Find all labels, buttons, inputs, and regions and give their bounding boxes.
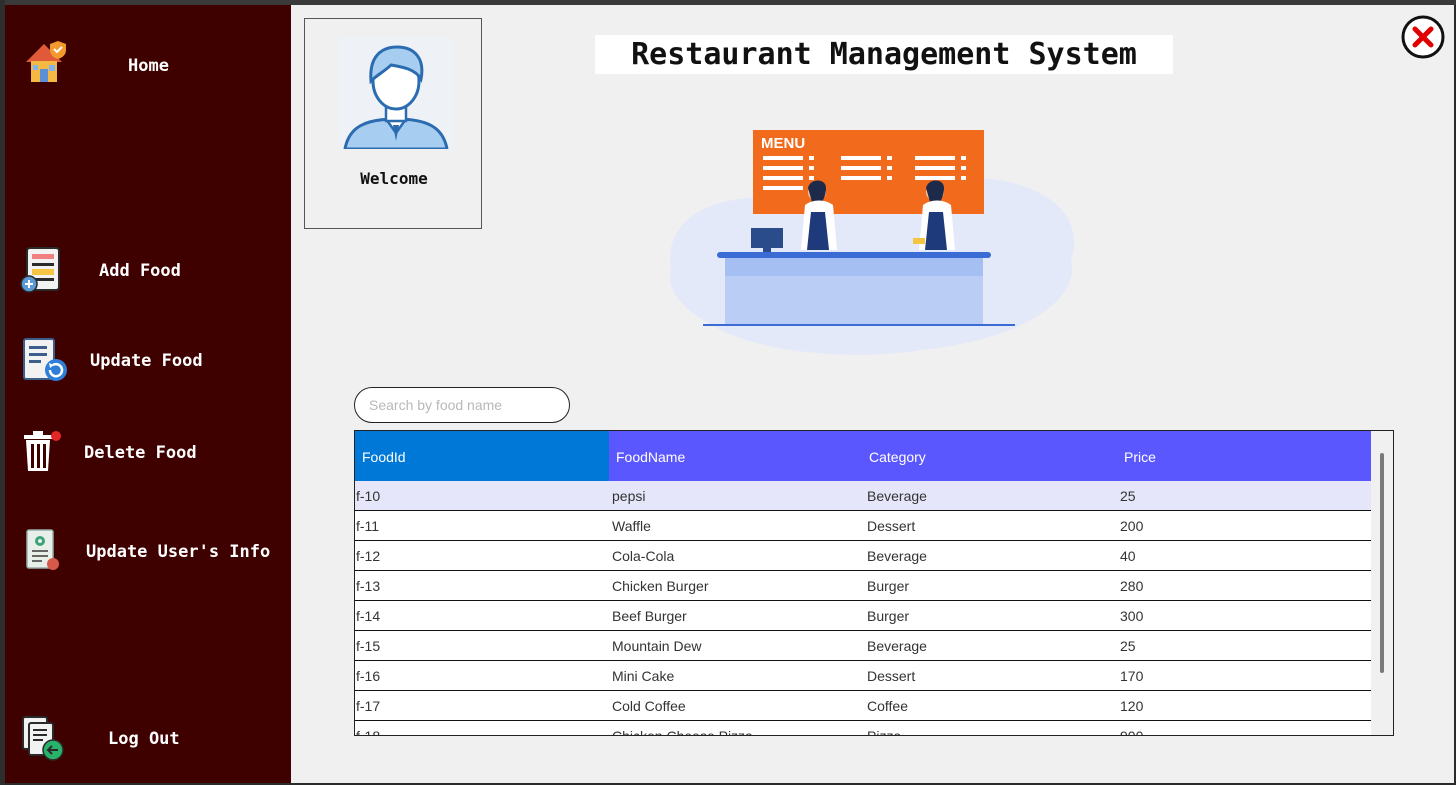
cell-foodname: Waffle xyxy=(612,518,651,534)
cell-category: Pizza xyxy=(867,728,902,736)
cell-foodname: Beef Burger xyxy=(612,608,687,624)
cell-foodname: Chicken Burger xyxy=(612,578,709,594)
sidebar-item-logout[interactable]: Log Out xyxy=(5,711,291,771)
trash-icon xyxy=(24,431,61,471)
cell-price: 25 xyxy=(1120,488,1136,504)
cell-foodid: f-18 xyxy=(356,728,381,736)
cell-foodname: Cola-Cola xyxy=(612,548,675,564)
table-row[interactable]: f-15 Mountain Dew Beverage 25 xyxy=(355,631,1371,661)
sidebar-item-label-logout: Log Out xyxy=(108,729,180,749)
table-row[interactable]: f-14 Beef Burger Burger 300 xyxy=(355,601,1371,631)
column-header-foodid[interactable]: FoodId xyxy=(355,431,609,481)
cell-category: Burger xyxy=(867,578,910,594)
search-input[interactable] xyxy=(354,387,570,423)
cell-price: 120 xyxy=(1120,698,1144,714)
sidebar-item-label-update-food: Update Food xyxy=(90,351,203,371)
cell-category: Burger xyxy=(867,608,910,624)
home-icon xyxy=(26,41,66,82)
table-row[interactable]: f-10 pepsi Beverage 25 xyxy=(355,481,1371,511)
sidebar-item-delete-food[interactable]: Delete Food xyxy=(5,425,291,485)
add-food-icon xyxy=(20,247,60,293)
update-food-icon xyxy=(23,338,67,381)
cell-price: 25 xyxy=(1120,638,1136,654)
cell-foodid: f-10 xyxy=(356,488,381,504)
user-info-icon xyxy=(26,529,59,570)
cell-foodid: f-12 xyxy=(356,548,381,564)
cell-category: Beverage xyxy=(867,548,927,564)
table-row[interactable]: f-12 Cola-Cola Beverage 40 xyxy=(355,541,1371,571)
cell-foodname: Mini Cake xyxy=(612,668,675,684)
cell-price: 40 xyxy=(1120,548,1136,564)
sidebar-item-update-food[interactable]: Update Food xyxy=(5,333,291,393)
cell-foodid: f-17 xyxy=(356,698,381,714)
sidebar-item-add-food[interactable]: Add Food xyxy=(5,243,291,303)
column-header-category[interactable]: Category xyxy=(862,431,1117,481)
table-row[interactable]: f-11 Waffle Dessert 200 xyxy=(355,511,1371,541)
table-row[interactable]: f-13 Chicken Burger Burger 280 xyxy=(355,571,1371,601)
sidebar-item-label-home: Home xyxy=(128,56,169,76)
user-avatar-icon xyxy=(339,37,453,149)
column-header-price[interactable]: Price xyxy=(1117,431,1371,481)
cell-foodname: Chicken Cheese Pizza xyxy=(612,728,753,736)
cell-foodname: Cold Coffee xyxy=(612,698,686,714)
table-header: FoodId FoodName Category Price xyxy=(355,431,1371,481)
page-title: Restaurant Management System xyxy=(595,35,1173,74)
cell-price: 170 xyxy=(1120,668,1144,684)
cell-category: Coffee xyxy=(867,698,908,714)
table-row[interactable]: f-17 Cold Coffee Coffee 120 xyxy=(355,691,1371,721)
logout-icon xyxy=(22,716,64,761)
column-header-foodname[interactable]: FoodName xyxy=(609,431,862,481)
cell-price: 280 xyxy=(1120,578,1144,594)
main-panel: Welcome Restaurant Management System MEN… xyxy=(291,5,1454,783)
cell-foodid: f-11 xyxy=(356,518,380,534)
cell-price: 900 xyxy=(1120,728,1144,736)
cell-price: 200 xyxy=(1120,518,1144,534)
cell-category: Dessert xyxy=(867,518,916,534)
cell-foodid: f-15 xyxy=(356,638,381,654)
cell-foodid: f-13 xyxy=(356,578,381,594)
restaurant-counter-illustration: MENU xyxy=(670,130,1075,355)
sidebar-item-label-update-user-info: Update User's Info xyxy=(86,542,271,562)
sidebar: Home Add Food Update Food Delete Food Up… xyxy=(5,5,291,783)
welcome-card: Welcome xyxy=(304,18,482,229)
illustration-menu-text: MENU xyxy=(761,135,805,152)
sidebar-item-update-user-info[interactable]: Update User's Info xyxy=(5,524,291,584)
sidebar-item-label-add-food: Add Food xyxy=(99,261,181,281)
cell-foodname: pepsi xyxy=(612,488,646,504)
cell-foodname: Mountain Dew xyxy=(612,638,702,654)
cell-foodid: f-14 xyxy=(356,608,381,624)
cell-foodid: f-16 xyxy=(356,668,381,684)
food-table: FoodId FoodName Category Price f-10 peps… xyxy=(354,430,1394,736)
table-scrollbar[interactable] xyxy=(1371,431,1393,735)
table-row[interactable]: f-18 Chicken Cheese Pizza Pizza 900 xyxy=(355,721,1371,736)
cell-category: Dessert xyxy=(867,668,916,684)
cell-category: Beverage xyxy=(867,488,927,504)
sidebar-item-label-delete-food: Delete Food xyxy=(84,443,197,463)
sidebar-item-home[interactable]: Home xyxy=(5,38,291,98)
cell-price: 300 xyxy=(1120,608,1144,624)
table-row[interactable]: f-16 Mini Cake Dessert 170 xyxy=(355,661,1371,691)
scrollbar-thumb[interactable] xyxy=(1380,453,1384,673)
welcome-label: Welcome xyxy=(360,169,428,188)
close-icon[interactable] xyxy=(1400,14,1446,60)
cell-category: Beverage xyxy=(867,638,927,654)
table-body: f-10 pepsi Beverage 25 f-11 Waffle Desse… xyxy=(355,481,1371,736)
